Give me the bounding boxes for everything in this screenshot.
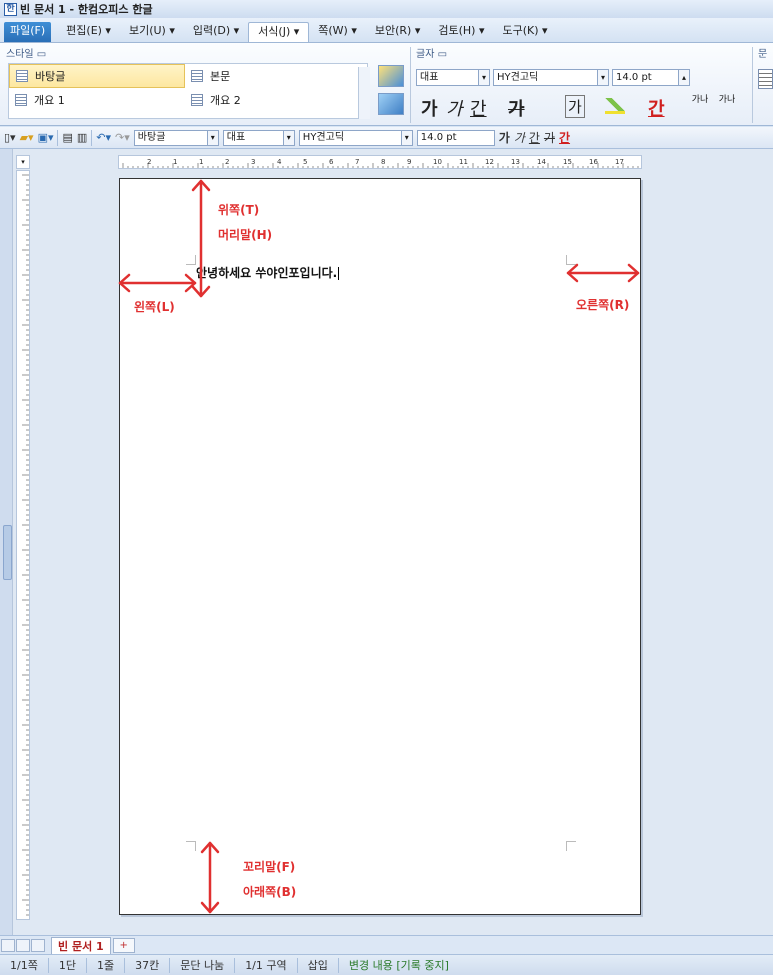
tab-first-icon[interactable] bbox=[1, 938, 15, 952]
right-margin-label: 오른쪽(R) bbox=[576, 298, 630, 312]
left-margin-arrow bbox=[118, 273, 197, 293]
bottom-margin-label: 아래쪽(B) bbox=[243, 885, 297, 899]
status-insert-mode[interactable]: 삽입 bbox=[298, 957, 339, 973]
status-page[interactable]: 1/1쪽 bbox=[0, 957, 49, 973]
bottom-margin-arrow bbox=[200, 841, 220, 914]
status-line: 1줄 bbox=[87, 957, 126, 973]
document-tab-bar: 빈 문서 1 + bbox=[0, 935, 773, 954]
top-margin-arrow bbox=[191, 179, 211, 298]
right-margin-arrow bbox=[566, 263, 640, 283]
status-char: 37칸 bbox=[125, 957, 171, 973]
tab-prev-icon[interactable] bbox=[16, 938, 30, 952]
left-margin-label: 왼쪽(L) bbox=[134, 300, 175, 314]
top-margin-label: 위쪽(T) bbox=[218, 203, 260, 217]
status-section: 1/1 구역 bbox=[235, 957, 298, 973]
status-bar: 1/1쪽 1단 1줄 37칸 문단 나눔 1/1 구역 삽입 변경 내용 [기록… bbox=[0, 954, 773, 975]
status-column: 1단 bbox=[49, 957, 87, 973]
tab-document-1[interactable]: 빈 문서 1 bbox=[51, 936, 111, 954]
footer-margin-label: 꼬리말(F) bbox=[243, 860, 296, 874]
status-section-break: 문단 나눔 bbox=[170, 957, 236, 973]
header-margin-label: 머리말(H) bbox=[218, 228, 273, 242]
status-track-changes[interactable]: 변경 내용 [기록 중지] bbox=[339, 958, 459, 973]
new-tab-button[interactable]: + bbox=[112, 937, 135, 953]
tab-next-icon[interactable] bbox=[31, 938, 45, 952]
annotation-overlay bbox=[118, 179, 640, 914]
